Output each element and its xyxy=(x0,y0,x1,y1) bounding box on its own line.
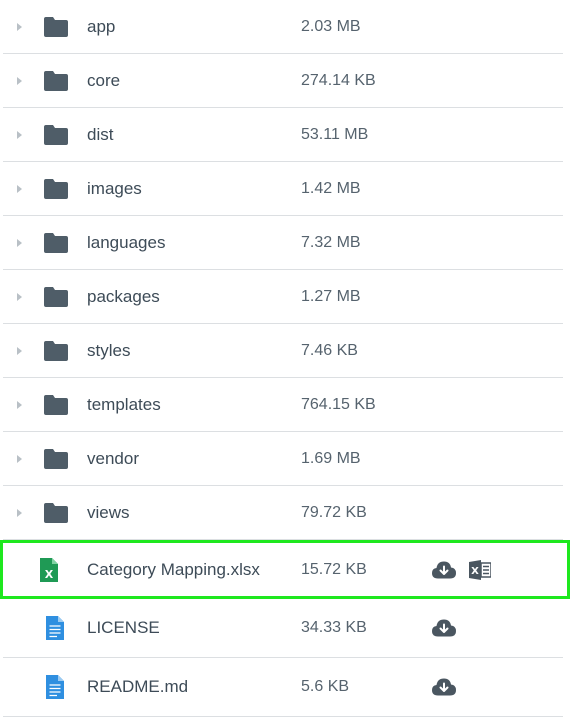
folder-icon xyxy=(43,232,69,253)
cloud-download-icon[interactable] xyxy=(432,678,456,696)
caret-right-icon[interactable] xyxy=(17,184,22,193)
caret-right-icon[interactable] xyxy=(17,454,22,463)
file-size: 34.33 KB xyxy=(301,619,367,636)
folder-name[interactable]: packages xyxy=(87,287,160,307)
folder-name[interactable]: styles xyxy=(87,341,130,361)
file-row-category-mapping[interactable]: X Category Mapping.xlsx 15.72 KB X xyxy=(0,540,570,599)
file-size: 5.6 KB xyxy=(301,678,350,695)
folder-row-packages[interactable]: packages 1.27 MB xyxy=(3,270,563,324)
document-file-icon xyxy=(46,675,64,699)
folder-icon xyxy=(43,70,69,91)
cloud-download-icon[interactable] xyxy=(432,561,456,578)
caret-right-icon[interactable] xyxy=(17,346,22,355)
folder-icon xyxy=(43,340,69,361)
folder-size: 7.32 MB xyxy=(301,233,361,251)
folder-name[interactable]: dist xyxy=(87,125,113,145)
caret-right-icon[interactable] xyxy=(17,292,22,301)
file-size: 15.72 KB xyxy=(301,560,367,578)
caret-right-icon[interactable] xyxy=(17,22,22,31)
folder-icon xyxy=(43,394,69,415)
document-file-icon xyxy=(46,616,64,640)
folder-name[interactable]: views xyxy=(87,503,130,523)
file-name[interactable]: Category Mapping.xlsx xyxy=(87,560,260,580)
excel-file-icon: X xyxy=(40,557,58,582)
caret-right-icon[interactable] xyxy=(17,400,22,409)
folder-size: 2.03 MB xyxy=(301,17,361,35)
folder-size: 1.42 MB xyxy=(301,179,361,197)
folder-icon xyxy=(43,178,69,199)
folder-name[interactable]: core xyxy=(87,71,120,91)
file-name[interactable]: README.md xyxy=(87,677,188,697)
file-name[interactable]: LICENSE xyxy=(87,618,160,638)
caret-right-icon[interactable] xyxy=(17,76,22,85)
excel-open-icon[interactable]: X xyxy=(469,559,491,580)
folder-name[interactable]: languages xyxy=(87,233,165,253)
folder-row-core[interactable]: core 274.14 KB xyxy=(3,54,563,108)
folder-row-dist[interactable]: dist 53.11 MB xyxy=(3,108,563,162)
cloud-download-icon[interactable] xyxy=(432,619,456,637)
folder-size: 7.46 KB xyxy=(301,341,358,359)
folder-icon xyxy=(43,16,69,37)
caret-right-icon[interactable] xyxy=(17,238,22,247)
folder-icon xyxy=(43,502,69,523)
folder-icon xyxy=(43,448,69,469)
svg-text:X: X xyxy=(45,568,54,581)
folder-size: 79.72 KB xyxy=(301,503,367,521)
folder-size: 274.14 KB xyxy=(301,71,376,89)
caret-right-icon[interactable] xyxy=(17,508,22,517)
folder-row-app[interactable]: app 2.03 MB xyxy=(3,0,563,54)
folder-size: 764.15 KB xyxy=(301,395,376,413)
folder-size: 1.69 MB xyxy=(301,449,361,467)
file-row-license[interactable]: LICENSE 34.33 KB xyxy=(3,599,563,658)
folder-row-vendor[interactable]: vendor 1.69 MB xyxy=(3,432,563,486)
folder-name[interactable]: vendor xyxy=(87,449,139,469)
folder-row-languages[interactable]: languages 7.32 MB xyxy=(3,216,563,270)
folder-icon xyxy=(43,286,69,307)
folder-size: 53.11 MB xyxy=(301,125,369,143)
file-row-readme[interactable]: README.md 5.6 KB xyxy=(3,658,563,717)
folder-row-templates[interactable]: templates 764.15 KB xyxy=(3,378,563,432)
folder-name[interactable]: templates xyxy=(87,395,161,415)
file-list: app 2.03 MB core 274.14 KB dist 53.11 MB… xyxy=(0,0,570,717)
folder-row-images[interactable]: images 1.42 MB xyxy=(3,162,563,216)
folder-icon xyxy=(43,124,69,145)
folder-row-views[interactable]: views 79.72 KB xyxy=(3,486,563,540)
folder-name[interactable]: images xyxy=(87,179,142,199)
svg-text:X: X xyxy=(471,566,479,577)
folder-name[interactable]: app xyxy=(87,17,115,37)
folder-row-styles[interactable]: styles 7.46 KB xyxy=(3,324,563,378)
caret-right-icon[interactable] xyxy=(17,130,22,139)
folder-size: 1.27 MB xyxy=(301,287,361,305)
